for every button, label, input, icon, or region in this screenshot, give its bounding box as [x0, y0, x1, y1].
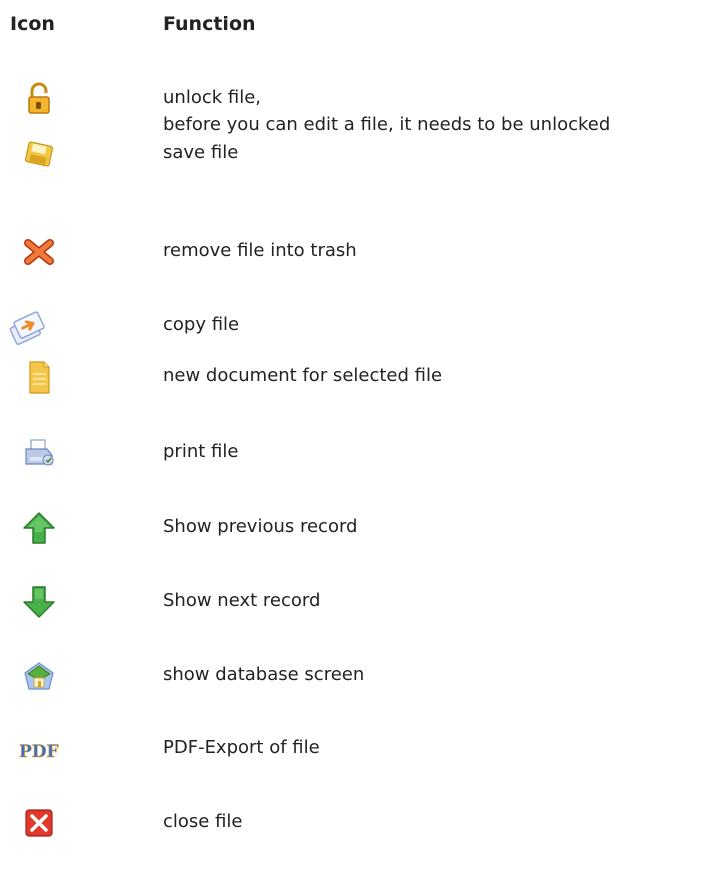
row-remove: remove file into trash [0, 232, 726, 272]
save-label: save file [163, 142, 239, 163]
function-column-header: Function [163, 13, 256, 35]
arrow-up-icon[interactable] [21, 510, 57, 546]
arrow-down-icon[interactable] [21, 584, 57, 620]
copy-label: copy file [163, 314, 240, 335]
row-print: print file [0, 433, 726, 473]
row-pdf-export: PDF PDF-Export of file [0, 729, 726, 769]
pdf-export-label: PDF-Export of file [163, 737, 320, 758]
row-close: close file [0, 803, 726, 843]
close-label: close file [163, 811, 243, 832]
unlock-label: unlock file, [163, 87, 262, 108]
row-save: save file [0, 134, 726, 174]
previous-record-label: Show previous record [163, 516, 358, 537]
icon-column-header: Icon [10, 13, 55, 35]
copy-icon[interactable] [6, 308, 50, 352]
pdf-icon[interactable]: PDF [17, 731, 61, 767]
next-record-label: Show next record [163, 590, 321, 611]
print-label: print file [163, 441, 239, 462]
new-document-icon[interactable] [21, 359, 57, 395]
row-copy: copy file [0, 306, 726, 346]
new-document-label: new document for selected file [163, 365, 443, 386]
close-icon[interactable] [21, 805, 57, 841]
remove-label: remove file into trash [163, 240, 357, 261]
row-previous-record: Show previous record [0, 508, 726, 548]
database-screen-label: show database screen [163, 664, 365, 685]
delete-icon[interactable] [21, 234, 57, 270]
home-icon[interactable] [21, 658, 57, 694]
row-unlock: unlock file, before you can edit a file,… [0, 79, 726, 135]
print-icon[interactable] [21, 435, 57, 471]
unlock-icon[interactable] [21, 81, 57, 117]
row-new-document: new document for selected file [0, 357, 726, 397]
save-icon[interactable] [21, 136, 57, 172]
svg-text:PDF: PDF [19, 742, 59, 762]
row-next-record: Show next record [0, 582, 726, 622]
row-database-screen: show database screen [0, 656, 726, 696]
